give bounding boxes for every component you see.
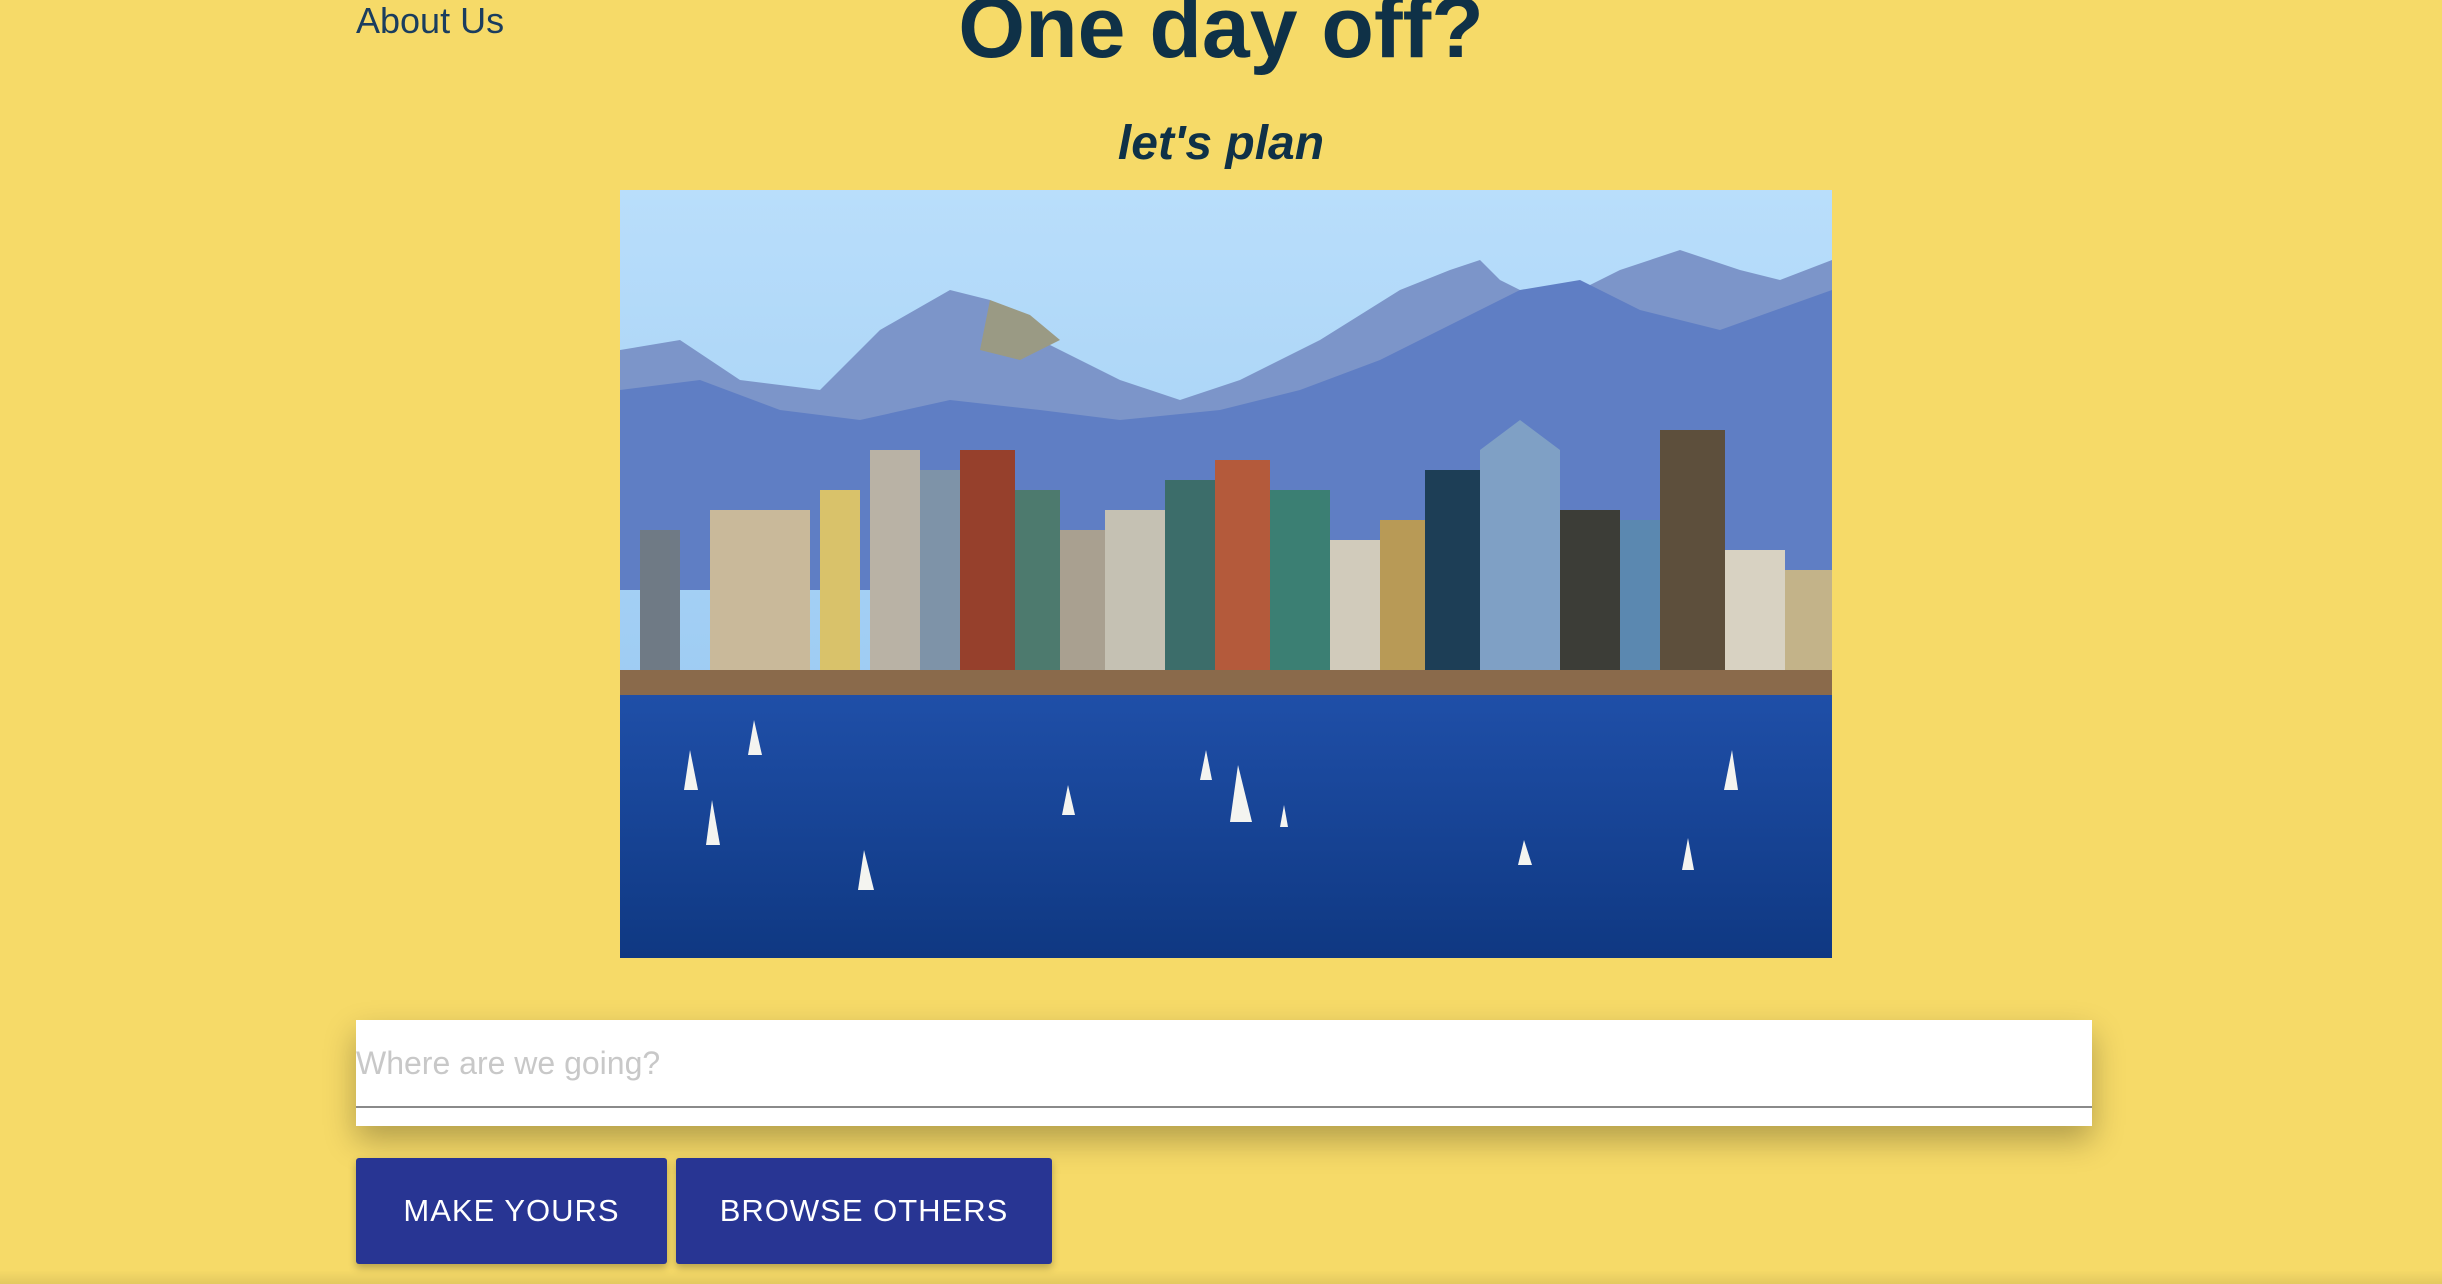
destination-search-input[interactable] — [356, 1020, 2092, 1108]
page-subtitle: let's plan — [1117, 117, 1325, 170]
hero-image — [620, 190, 1832, 958]
page-title: One day off? — [958, 0, 1484, 76]
browse-others-button[interactable]: BROWSE OTHERS — [676, 1158, 1052, 1264]
page-bottom-shadow — [0, 1270, 2442, 1284]
make-yours-button[interactable]: MAKE YOURS — [356, 1158, 667, 1264]
destination-search-box — [356, 1020, 2092, 1126]
